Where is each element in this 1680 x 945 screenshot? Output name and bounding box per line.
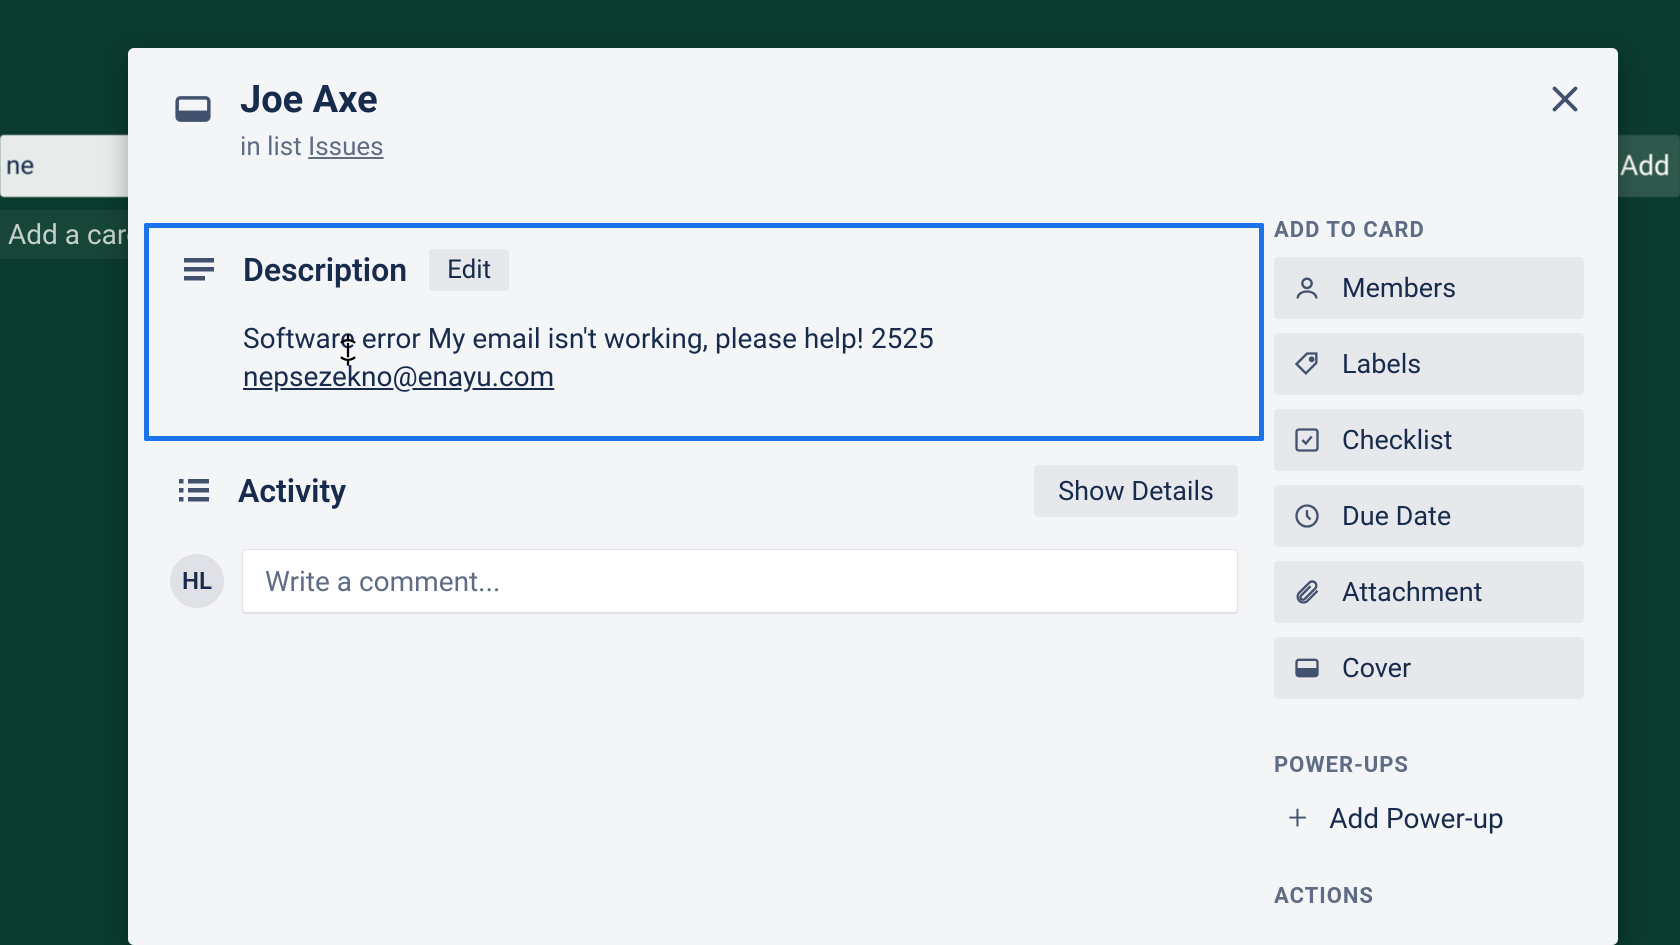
members-button[interactable]: Members [1274, 257, 1584, 319]
add-power-up-button[interactable]: + Add Power-up [1274, 792, 1584, 844]
card-list-link[interactable]: Issues [308, 132, 383, 162]
description-text[interactable]: Software error My email isn't working, p… [243, 320, 1233, 396]
inlist-prefix: in list [240, 132, 308, 162]
bg-add-list[interactable]: Add [1610, 135, 1680, 197]
attachment-button[interactable]: Attachment [1274, 561, 1584, 623]
close-icon [1547, 81, 1583, 121]
card-title[interactable]: Joe Axe [240, 78, 384, 122]
description-email-link[interactable]: nepsezekno@enayu.com [243, 360, 554, 393]
description-icon [175, 246, 223, 294]
checklist-label: Checklist [1342, 424, 1452, 456]
description-body-text: Software error My email isn't working, p… [243, 322, 934, 355]
labels-button[interactable]: Labels [1274, 333, 1584, 395]
card-icon [168, 84, 218, 134]
due-date-button[interactable]: Due Date [1274, 485, 1584, 547]
clock-icon [1290, 499, 1324, 533]
show-details-button[interactable]: Show Details [1034, 465, 1238, 517]
attachment-label: Attachment [1342, 576, 1482, 608]
bg-list-header: ne [0, 135, 135, 197]
edit-description-button[interactable]: Edit [429, 249, 509, 291]
due-date-label: Due Date [1342, 500, 1451, 532]
activity-section: Activity Show Details HL Write a comment… [144, 465, 1264, 613]
cover-icon [1290, 651, 1324, 685]
checklist-icon [1290, 423, 1324, 457]
comment-input[interactable]: Write a comment... [242, 549, 1238, 613]
members-label: Members [1342, 272, 1456, 304]
card-list-location: in list Issues [240, 132, 384, 162]
cover-label: Cover [1342, 652, 1411, 684]
close-button[interactable] [1540, 76, 1590, 126]
checklist-button[interactable]: Checklist [1274, 409, 1584, 471]
labels-label: Labels [1342, 348, 1421, 380]
activity-icon [170, 467, 218, 515]
actions-heading: ACTIONS [1274, 884, 1584, 909]
power-ups-heading: POWER-UPS [1274, 753, 1584, 778]
activity-heading: Activity [238, 472, 346, 510]
card-header: Joe Axe in list Issues [168, 78, 384, 162]
cover-button[interactable]: Cover [1274, 637, 1584, 699]
card-sidebar: ADD TO CARD Members Labels Checklist Due… [1274, 218, 1584, 923]
user-avatar[interactable]: HL [170, 554, 224, 608]
plus-icon: + [1288, 798, 1307, 838]
card-dialog: Joe Axe in list Issues Description Edit … [128, 48, 1618, 945]
description-heading: Description [243, 251, 407, 289]
labels-icon [1290, 347, 1324, 381]
add-to-card-heading: ADD TO CARD [1274, 218, 1584, 243]
members-icon [1290, 271, 1324, 305]
add-power-up-label: Add Power-up [1329, 802, 1504, 835]
description-section: Description Edit Software error My email… [144, 223, 1264, 441]
attachment-icon [1290, 575, 1324, 609]
